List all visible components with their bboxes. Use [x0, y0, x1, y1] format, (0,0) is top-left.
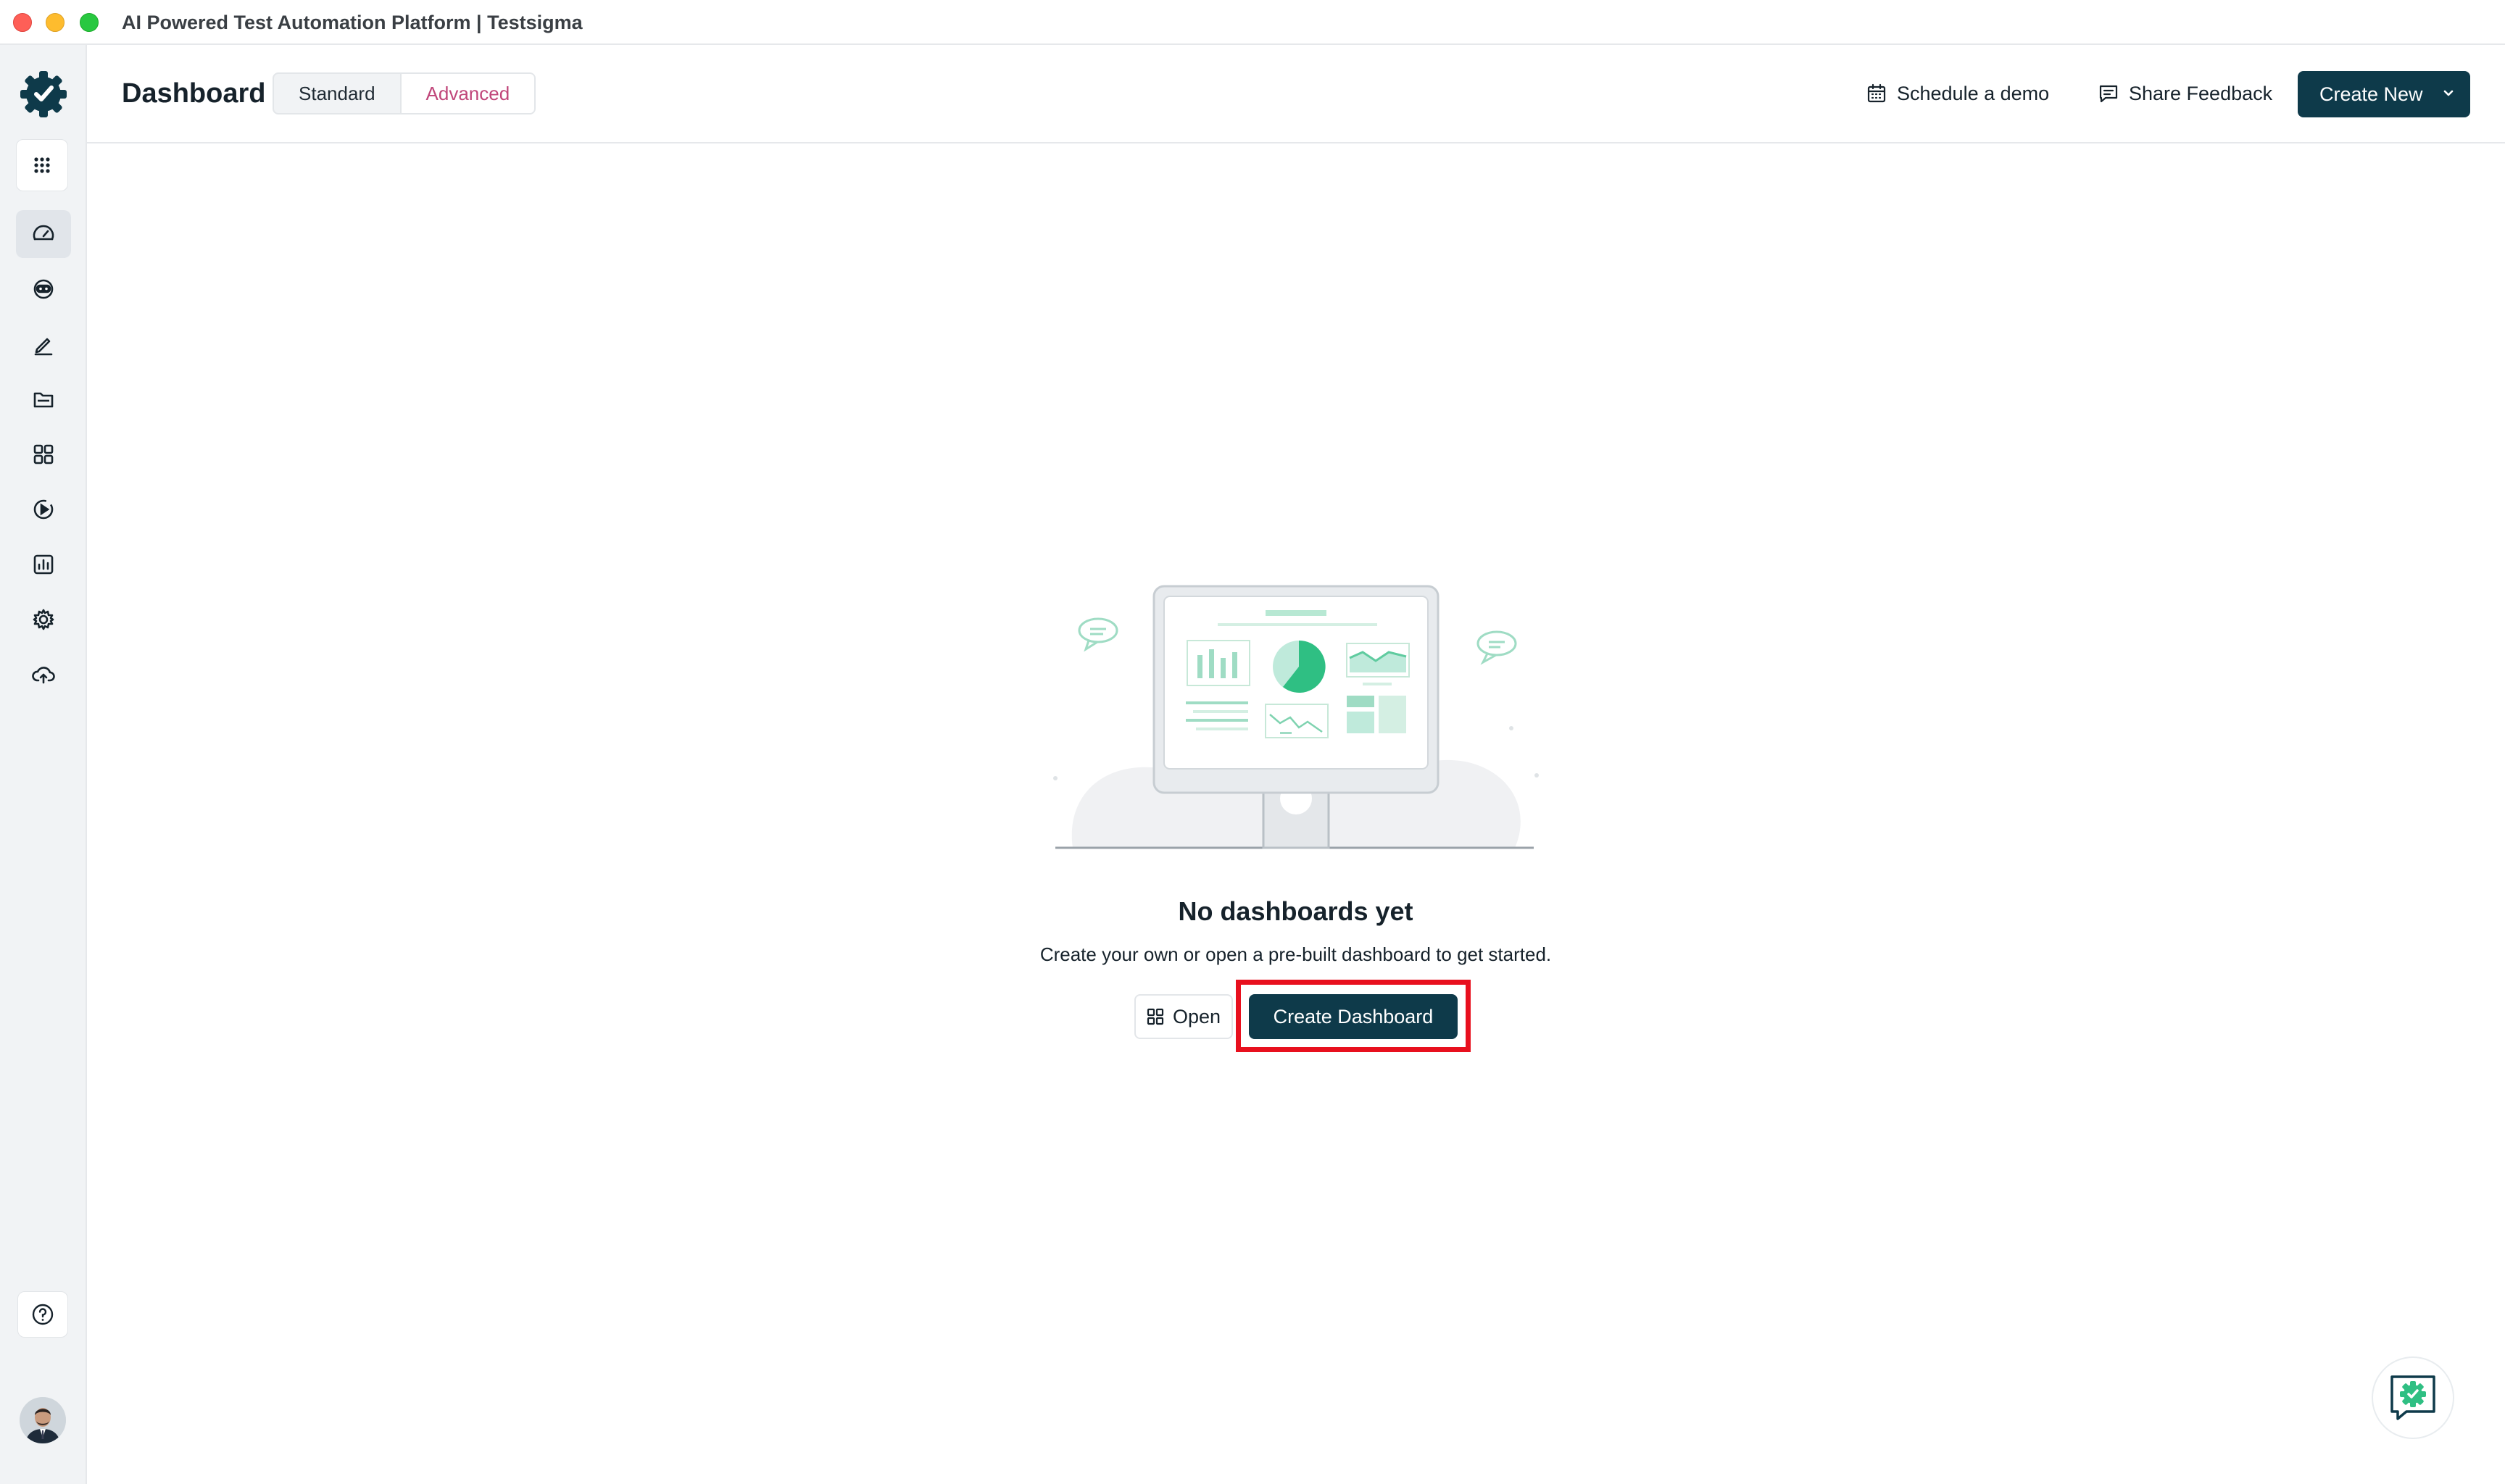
share-feedback-button[interactable]: Share Feedback — [2098, 77, 2272, 110]
dashboard-type-toggle: Standard Advanced — [273, 72, 536, 114]
help-button[interactable] — [17, 1291, 68, 1338]
speedometer-icon — [31, 222, 56, 246]
maximize-window-button[interactable] — [80, 13, 99, 32]
create-dashboard-button[interactable]: Create Dashboard — [1249, 994, 1458, 1039]
calendar-icon — [1866, 83, 1887, 104]
empty-dashboard-illustration — [1044, 580, 1544, 855]
chat-bot-icon — [2388, 1372, 2438, 1423]
cloud-upload-icon — [31, 662, 56, 687]
page-title: Dashboard — [122, 78, 266, 109]
sidebar-item-ai-agent[interactable] — [16, 265, 71, 313]
sidebar-item-test-data[interactable] — [16, 375, 71, 423]
create-new-button[interactable]: Create New — [2298, 71, 2470, 117]
minimize-window-button[interactable] — [46, 13, 65, 32]
create-new-label: Create New — [2319, 83, 2423, 105]
sidebar-item-reports[interactable] — [16, 541, 71, 588]
four-squares-icon — [31, 442, 56, 467]
gear-icon — [31, 607, 56, 632]
apps-menu-button[interactable] — [16, 139, 68, 191]
share-feedback-label: Share Feedback — [2129, 82, 2273, 104]
grid-dots-icon — [33, 157, 51, 174]
window-title: AI Powered Test Automation Platform | Te… — [122, 12, 583, 33]
sidebar — [0, 45, 87, 1484]
testsigma-logo-icon[interactable] — [17, 68, 70, 120]
page-header: Dashboard Standard Advanced Schedule a d… — [87, 45, 2505, 143]
bar-chart-icon — [31, 552, 56, 577]
pencil-icon — [31, 332, 56, 357]
feedback-icon — [2098, 83, 2119, 104]
close-window-button[interactable] — [13, 13, 32, 32]
sidebar-item-settings[interactable] — [16, 596, 71, 643]
sidebar-item-runs[interactable] — [16, 485, 71, 533]
schedule-demo-button[interactable]: Schedule a demo — [1866, 77, 2049, 110]
empty-state-title: No dashboards yet — [1178, 896, 1413, 926]
play-circle-icon — [31, 497, 56, 522]
tab-advanced[interactable]: Advanced — [399, 74, 535, 113]
robot-icon — [31, 277, 56, 301]
chat-assistant-button[interactable] — [2372, 1356, 2454, 1439]
sidebar-item-dashboard[interactable] — [16, 210, 71, 258]
empty-state-subtitle: Create your own or open a pre-built dash… — [1039, 943, 1552, 965]
open-label: Open — [1172, 1005, 1221, 1027]
sidebar-item-test-cases[interactable] — [16, 320, 71, 368]
grid-icon — [1147, 1008, 1164, 1025]
tab-standard[interactable]: Standard — [274, 74, 400, 113]
chevron-down-icon[interactable] — [2441, 86, 2456, 100]
schedule-demo-label: Schedule a demo — [1897, 82, 2050, 104]
folder-icon — [31, 387, 56, 412]
user-avatar[interactable] — [20, 1397, 66, 1443]
sidebar-item-uploads[interactable] — [16, 651, 71, 699]
window-titlebar: AI Powered Test Automation Platform | Te… — [0, 0, 2505, 45]
open-dashboard-button[interactable]: Open — [1134, 994, 1233, 1039]
question-circle-icon — [30, 1302, 55, 1327]
sidebar-item-elements[interactable] — [16, 430, 71, 478]
